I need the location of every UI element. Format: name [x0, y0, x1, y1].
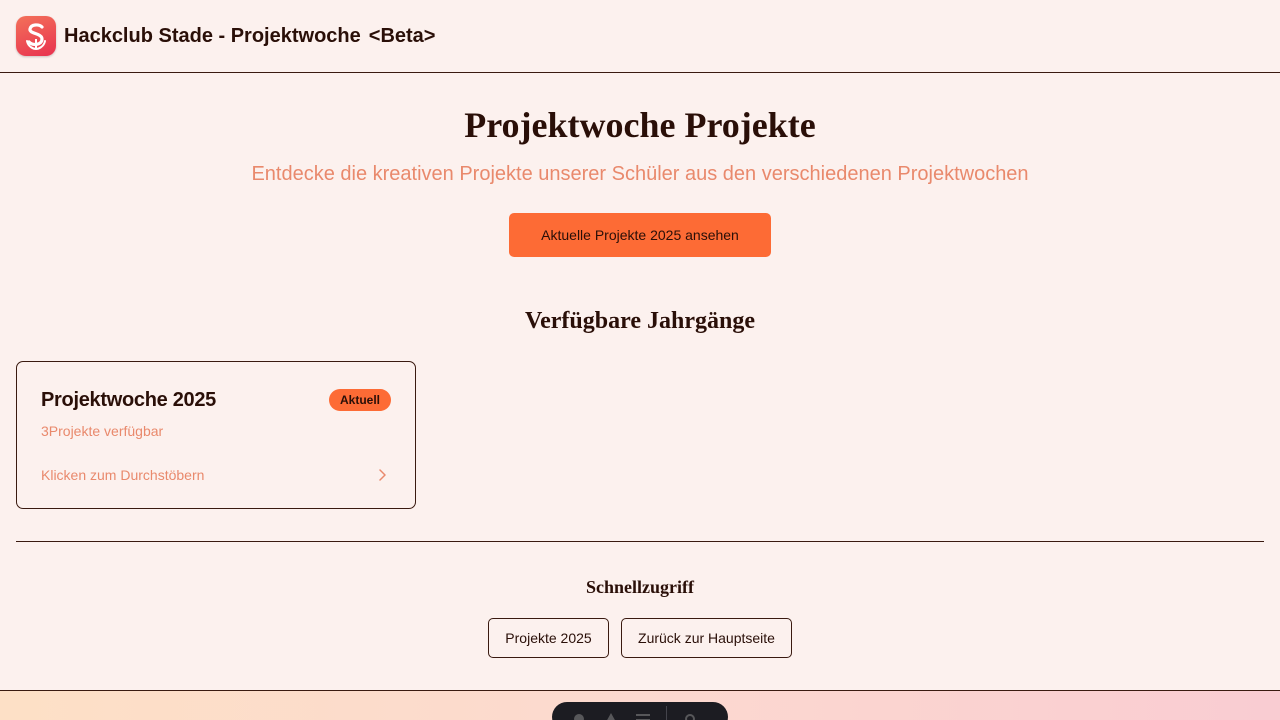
- toolbar-bell-icon[interactable]: [602, 710, 620, 720]
- current-badge: Aktuell: [328, 389, 391, 411]
- toolbar-separator: [666, 706, 667, 720]
- years-section-title: Verfügbare Jahrgänge: [525, 308, 755, 334]
- section-divider: [16, 541, 1264, 542]
- quick-access-title: Schnellzugriff: [586, 577, 694, 597]
- app-title[interactable]: Hackclub Stade - Projektwoche: [64, 25, 361, 48]
- year-card-2025[interactable]: Projektwoche 2025 Aktuell 3Projekte verf…: [16, 361, 416, 509]
- toolbar-cursor-icon[interactable]: [570, 710, 588, 720]
- year-card-title: Projektwoche 2025: [41, 389, 216, 411]
- browse-link-text: Klicken zum Durchstöbern: [41, 467, 205, 483]
- projects-2025-button[interactable]: Projekte 2025: [488, 618, 609, 658]
- page-title: Projektwoche Projekte: [464, 105, 816, 145]
- project-count: 3Projekte verfügbar: [41, 423, 164, 439]
- dev-toolbar[interactable]: [552, 702, 728, 720]
- toolbar-settings-icon[interactable]: [681, 710, 699, 720]
- top-header: Hackclub Stade - Projektwoche <Beta>: [0, 0, 1280, 73]
- chevron-right-icon: [379, 469, 386, 481]
- current-projects-button[interactable]: Aktuelle Projekte 2025 ansehen: [509, 213, 771, 257]
- back-to-home-button[interactable]: Zurück zur Hauptseite: [621, 618, 792, 658]
- toolbar-menu-icon[interactable]: [634, 710, 652, 720]
- app-logo-icon[interactable]: [16, 16, 56, 56]
- beta-label: <Beta>: [368, 24, 436, 47]
- page-subtitle: Entdecke die kreativen Projekte unserer …: [251, 163, 1029, 185]
